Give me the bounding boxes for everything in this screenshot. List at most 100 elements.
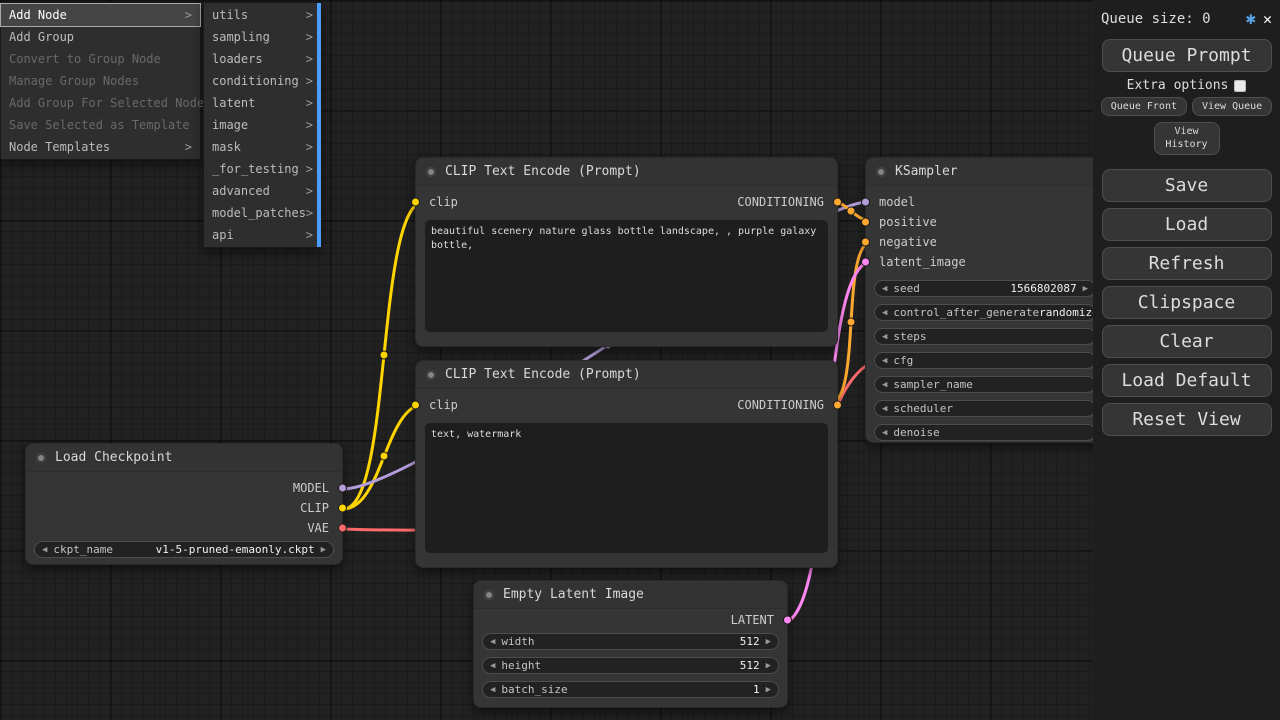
widget-denoise[interactable]: ◀ denoise (874, 424, 1096, 441)
widget-left-arrow-icon[interactable]: ◀ (882, 332, 887, 342)
output-slot-vae: VAE (307, 518, 329, 538)
widget-left-arrow-icon[interactable]: ◀ (42, 545, 47, 555)
submenu-item-loaders[interactable]: loaders > (204, 48, 321, 70)
clipspace-button[interactable]: Clipspace (1102, 286, 1272, 319)
output-slot-conditioning: CONDITIONING (737, 395, 824, 415)
clip-input-dot[interactable] (411, 198, 420, 207)
node-titlebar[interactable]: KSampler (866, 158, 1104, 186)
widget-left-arrow-icon[interactable]: ◀ (882, 404, 887, 414)
node-clip-text-encode-2[interactable]: CLIP Text Encode (Prompt) clip CONDITION… (415, 360, 838, 568)
submenu-item-model-patches[interactable]: model_patches > (204, 202, 321, 224)
reset-view-button[interactable]: Reset View (1102, 403, 1272, 436)
collapse-dot[interactable] (36, 453, 46, 463)
node-empty-latent-image[interactable]: Empty Latent Image LATENT ◀ width 512 ▶ … (473, 580, 788, 708)
collapse-dot[interactable] (876, 167, 886, 177)
model-input-dot[interactable] (861, 198, 870, 207)
latent-image-input-dot[interactable] (861, 258, 870, 267)
submenu-item-api[interactable]: api > (204, 224, 321, 246)
node-titlebar[interactable]: CLIP Text Encode (Prompt) (416, 158, 837, 186)
link-dot (847, 318, 855, 326)
widget-control-after-generate[interactable]: ◀ control_after_generate randomize ▶ (874, 304, 1096, 321)
widget-scheduler[interactable]: ◀ scheduler (874, 400, 1096, 417)
output-slot-latent: LATENT (731, 611, 774, 629)
widget-left-arrow-icon[interactable]: ◀ (882, 308, 887, 318)
view-queue-button[interactable]: View Queue (1192, 97, 1272, 116)
collapse-dot[interactable] (426, 167, 436, 177)
submenu-arrow-icon: > (306, 92, 313, 114)
widget-width[interactable]: ◀ width 512 ▶ (482, 633, 779, 650)
link-dot (380, 351, 388, 359)
close-icon[interactable]: ✕ (1263, 10, 1272, 28)
positive-input-dot[interactable] (861, 218, 870, 227)
widget-left-arrow-icon[interactable]: ◀ (490, 661, 495, 671)
node-titlebar[interactable]: CLIP Text Encode (Prompt) (416, 361, 837, 389)
extra-options-label: Extra options (1127, 78, 1229, 93)
submenu-item-latent[interactable]: latent > (204, 92, 321, 114)
wire-clip-to-prompt2 (343, 404, 425, 509)
menu-panel: Queue size: 0 ✱ ✕ Queue Prompt Extra opt… (1093, 0, 1280, 720)
input-slot-negative: negative (879, 232, 937, 252)
widget-batch-size[interactable]: ◀ batch_size 1 ▶ (482, 681, 779, 698)
collapse-dot[interactable] (484, 590, 494, 600)
model-output-dot[interactable] (338, 484, 347, 493)
conditioning-output-dot[interactable] (833, 198, 842, 207)
refresh-button[interactable]: Refresh (1102, 247, 1272, 280)
queue-front-button[interactable]: Queue Front (1101, 97, 1187, 116)
widget-left-arrow-icon[interactable]: ◀ (882, 428, 887, 438)
add-node-submenu: utils > sampling > loaders > conditionin… (203, 2, 322, 248)
node-title-text: Empty Latent Image (503, 587, 644, 602)
submenu-item-mask[interactable]: mask > (204, 136, 321, 158)
queue-size-label: Queue size: 0 (1101, 11, 1239, 27)
submenu-item-utils[interactable]: utils > (204, 4, 321, 26)
widget-cfg[interactable]: ◀ cfg (874, 352, 1096, 369)
queue-prompt-button[interactable]: Queue Prompt (1102, 39, 1272, 72)
node-titlebar[interactable]: Empty Latent Image (474, 581, 787, 609)
widget-height[interactable]: ◀ height 512 ▶ (482, 657, 779, 674)
latent-output-dot[interactable] (783, 616, 792, 625)
save-button[interactable]: Save (1102, 169, 1272, 202)
widget-sampler-name[interactable]: ◀ sampler_name (874, 376, 1096, 393)
widget-seed[interactable]: ◀ seed 1566802087 ▶ (874, 280, 1096, 297)
widget-right-arrow-icon[interactable]: ▶ (1083, 284, 1088, 294)
menu-item-add-node[interactable]: Add Node > (1, 4, 200, 26)
settings-gear-icon[interactable]: ✱ (1246, 9, 1256, 29)
node-ksampler[interactable]: KSampler model positive negative latent_… (865, 157, 1105, 443)
widget-right-arrow-icon[interactable]: ▶ (766, 637, 771, 647)
context-menu: Add Node > Add Group Convert to Group No… (0, 2, 201, 160)
submenu-item-for-testing[interactable]: _for_testing > (204, 158, 321, 180)
submenu-scrollbar[interactable] (317, 3, 321, 247)
prompt-textarea[interactable]: beautiful scenery nature glass bottle la… (425, 220, 828, 332)
widget-left-arrow-icon[interactable]: ◀ (882, 284, 887, 294)
load-button[interactable]: Load (1102, 208, 1272, 241)
vae-output-dot[interactable] (338, 524, 347, 533)
conditioning-output-dot[interactable] (833, 401, 842, 410)
widget-left-arrow-icon[interactable]: ◀ (490, 637, 495, 647)
widget-right-arrow-icon[interactable]: ▶ (766, 685, 771, 695)
widget-ckpt-name[interactable]: ◀ ckpt_name v1-5-pruned-emaonly.ckpt ▶ (34, 541, 334, 558)
widget-right-arrow-icon[interactable]: ▶ (766, 661, 771, 671)
collapse-dot[interactable] (426, 370, 436, 380)
clip-output-dot[interactable] (338, 504, 347, 513)
widget-left-arrow-icon[interactable]: ◀ (882, 380, 887, 390)
extra-options-checkbox[interactable] (1234, 80, 1246, 92)
menu-item-add-group[interactable]: Add Group (1, 26, 200, 48)
widget-steps[interactable]: ◀ steps (874, 328, 1096, 345)
widget-left-arrow-icon[interactable]: ◀ (882, 356, 887, 366)
submenu-item-conditioning[interactable]: conditioning > (204, 70, 321, 92)
node-load-checkpoint[interactable]: Load Checkpoint MODEL CLIP VAE ◀ ckpt_na… (25, 443, 343, 565)
submenu-item-advanced[interactable]: advanced > (204, 180, 321, 202)
widget-left-arrow-icon[interactable]: ◀ (490, 685, 495, 695)
view-history-button[interactable]: View History (1154, 122, 1220, 155)
submenu-item-image[interactable]: image > (204, 114, 321, 136)
negative-prompt-textarea[interactable]: text, watermark (425, 423, 828, 553)
graph-canvas[interactable]: CLIP Text Encode (Prompt) clip CONDITION… (0, 0, 1280, 720)
clip-input-dot[interactable] (411, 401, 420, 410)
negative-input-dot[interactable] (861, 238, 870, 247)
submenu-item-sampling[interactable]: sampling > (204, 26, 321, 48)
clear-button[interactable]: Clear (1102, 325, 1272, 358)
menu-item-node-templates[interactable]: Node Templates > (1, 136, 200, 158)
node-clip-text-encode-1[interactable]: CLIP Text Encode (Prompt) clip CONDITION… (415, 157, 838, 347)
node-titlebar[interactable]: Load Checkpoint (26, 444, 342, 472)
load-default-button[interactable]: Load Default (1102, 364, 1272, 397)
widget-right-arrow-icon[interactable]: ▶ (321, 545, 326, 555)
